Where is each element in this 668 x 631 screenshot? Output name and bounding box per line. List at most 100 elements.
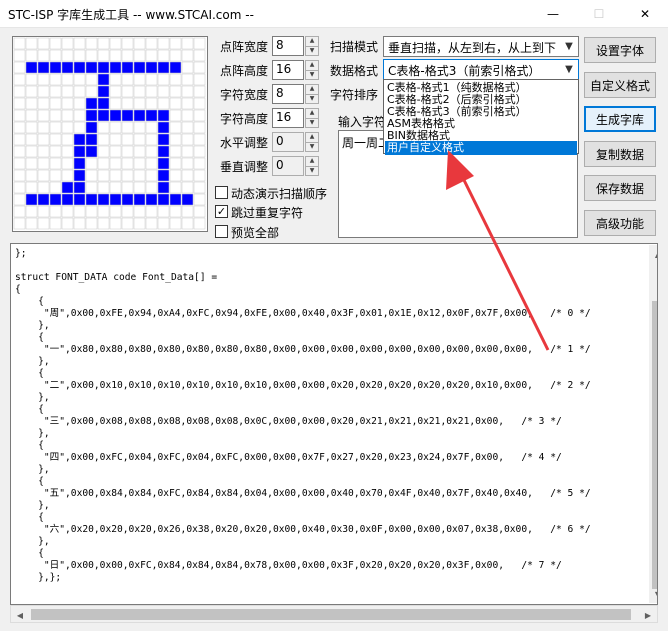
pixel-off [37, 37, 50, 50]
pixel-off [97, 205, 110, 218]
pixel-off [13, 37, 26, 50]
close-button[interactable]: ✕ [622, 0, 668, 28]
h-scrollbar-thumb[interactable] [31, 609, 631, 620]
pixel-off [37, 49, 50, 62]
pixel-on [97, 61, 110, 74]
pixel-off [133, 169, 146, 182]
pixel-off [73, 37, 86, 50]
scroll-left-icon[interactable]: ◀ [11, 606, 29, 624]
pixel-off [25, 109, 38, 122]
animate-scan-checkbox[interactable] [215, 186, 228, 199]
advanced-button[interactable]: 高级功能 [584, 210, 656, 236]
pixel-off [109, 145, 122, 158]
spin-down-icon[interactable]: ▼ [306, 165, 318, 176]
pixel-off [109, 133, 122, 146]
data-format-select[interactable]: C表格-格式3（前索引格式） [383, 59, 579, 80]
pixel-off [145, 157, 158, 170]
pixel-off [181, 85, 194, 98]
pixel-off [109, 73, 122, 86]
char-order-label: 字符排序 [330, 88, 379, 102]
vertical-scrollbar[interactable]: ▲ ▼ [649, 245, 657, 603]
pixel-on [37, 193, 50, 206]
pixel-off [157, 205, 170, 218]
dropdown-option-selected[interactable]: 用户自定义格式 [385, 141, 577, 155]
dot-height-label: 点阵高度 [219, 64, 268, 78]
spin-down-icon[interactable]: ▼ [306, 141, 318, 152]
pixel-off [193, 181, 206, 194]
pixel-off [121, 73, 134, 86]
spin-down-icon[interactable]: ▼ [306, 45, 318, 56]
scroll-right-icon[interactable]: ▶ [639, 606, 657, 624]
pixel-on [121, 193, 134, 206]
scroll-up-icon[interactable]: ▲ [649, 245, 657, 263]
pixel-on [85, 109, 98, 122]
pixel-on [73, 133, 86, 146]
pixel-off [181, 97, 194, 110]
pixel-off [13, 85, 26, 98]
output-code-area[interactable]: }; struct FONT_DATA code Font_Data[] = {… [10, 243, 658, 605]
pixel-off [37, 109, 50, 122]
pixel-off [49, 169, 62, 182]
h-adjust-spinner[interactable]: ▲ ▼ [305, 132, 319, 152]
save-data-button[interactable]: 保存数据 [584, 175, 656, 201]
v-adjust-spinner[interactable]: ▲ ▼ [305, 156, 319, 176]
dot-height-spinner[interactable]: ▲ ▼ [305, 60, 319, 80]
pixel-on [157, 121, 170, 134]
spin-up-icon[interactable]: ▲ [306, 109, 318, 118]
pixel-off [85, 157, 98, 170]
spin-up-icon[interactable]: ▲ [306, 133, 318, 142]
pixel-off [169, 73, 182, 86]
custom-format-button[interactable]: 自定义格式 [584, 72, 656, 98]
pixel-on [157, 181, 170, 194]
spin-up-icon[interactable]: ▲ [306, 157, 318, 166]
h-adjust-input[interactable]: 0 [272, 132, 304, 152]
checkmark-icon: ✓ [216, 205, 227, 218]
pixel-off [49, 145, 62, 158]
spin-down-icon[interactable]: ▼ [306, 93, 318, 104]
scan-mode-chevron-down-icon[interactable]: ▼ [560, 37, 578, 56]
char-width-spinner[interactable]: ▲ ▼ [305, 84, 319, 104]
copy-data-button[interactable]: 复制数据 [584, 141, 656, 167]
scroll-down-icon[interactable]: ▼ [649, 585, 657, 603]
spin-up-icon[interactable]: ▲ [306, 85, 318, 94]
dot-width-input[interactable]: 8 [272, 36, 304, 56]
pixel-off [133, 217, 146, 230]
dot-width-spinner[interactable]: ▲ ▼ [305, 36, 319, 56]
v-adjust-label: 垂直调整 [219, 160, 268, 174]
pixel-off [49, 157, 62, 170]
generate-font-button[interactable]: 生成字库 [584, 106, 656, 132]
data-format-dropdown-list[interactable]: C表格-格式1（纯数据格式） C表格-格式2（后索引格式） C表格-格式3（前索… [383, 79, 579, 155]
pixel-off [25, 97, 38, 110]
v-adjust-input[interactable]: 0 [272, 156, 304, 176]
minimize-button[interactable]: — [530, 0, 576, 28]
char-width-input[interactable]: 8 [272, 84, 304, 104]
scrollbar-thumb[interactable] [652, 301, 657, 589]
preview-all-checkbox[interactable] [215, 225, 228, 238]
pixel-off [121, 121, 134, 134]
pixel-on [85, 61, 98, 74]
char-height-spinner[interactable]: ▲ ▼ [305, 108, 319, 128]
pixel-off [145, 121, 158, 134]
set-font-button[interactable]: 设置字体 [584, 37, 656, 63]
horizontal-scrollbar[interactable]: ◀ ▶ [10, 605, 658, 623]
scan-mode-select[interactable]: 垂直扫描，从左到右，从上到下 [383, 36, 579, 57]
pixel-off [61, 85, 74, 98]
spin-down-icon[interactable]: ▼ [306, 117, 318, 128]
spin-up-icon[interactable]: ▲ [306, 37, 318, 46]
pixel-off [37, 97, 50, 110]
pixel-on [73, 145, 86, 158]
spin-down-icon[interactable]: ▼ [306, 69, 318, 80]
dot-height-input[interactable]: 16 [272, 60, 304, 80]
pixel-off [133, 97, 146, 110]
pixel-off [13, 157, 26, 170]
spin-up-icon[interactable]: ▲ [306, 61, 318, 70]
pixel-on [121, 109, 134, 122]
pixel-off [25, 205, 38, 218]
skip-duplicate-checkbox[interactable]: ✓ [215, 205, 228, 218]
maximize-button: ☐ [576, 0, 622, 28]
char-height-input[interactable]: 16 [272, 108, 304, 128]
scan-mode-label: 扫描模式 [330, 40, 379, 54]
pixel-off [169, 85, 182, 98]
data-format-chevron-down-icon[interactable]: ▼ [560, 60, 578, 79]
pixel-off [37, 73, 50, 86]
